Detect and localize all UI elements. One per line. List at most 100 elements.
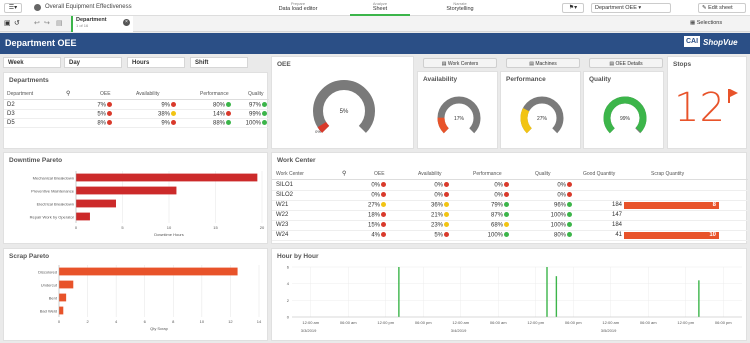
bar[interactable] [76, 173, 258, 182]
col-header-quality[interactable]: Quality [535, 171, 551, 177]
y-category-label[interactable]: Bad Weld [40, 308, 57, 313]
bar[interactable] [555, 276, 558, 317]
availability-gauge-value: 17% [454, 116, 465, 122]
status-dot [226, 111, 231, 116]
work-centers-button[interactable]: ▤ Work Centers [423, 58, 497, 68]
sheet-selector[interactable]: Department OEE ▾ [591, 3, 671, 13]
cell-department: D5 [7, 120, 15, 126]
lasso-icon[interactable]: ↺ [14, 19, 20, 27]
cell-performance: 14% [213, 111, 231, 118]
table-row[interactable]: W23 15% 23% 68% 100% 184 [272, 221, 748, 231]
bar[interactable] [546, 267, 548, 317]
status-dot [504, 192, 509, 197]
col-header-oee[interactable]: OEE [374, 171, 385, 177]
cell-performance-text: 79% [490, 202, 503, 209]
machines-label: Machines [535, 60, 557, 67]
selections-label: Selections [696, 20, 723, 26]
selection-tab-sub: 1 of 16 [76, 23, 89, 28]
bookmark-button[interactable]: ⚑▾ [562, 3, 584, 13]
search-icon[interactable]: ⚲ [342, 170, 346, 177]
cell-oee: 4% [371, 232, 386, 239]
oee-details-button[interactable]: ▤ OEE Details [589, 58, 663, 68]
y-category-label[interactable]: Mechanical Breakdown [33, 175, 74, 180]
col-header-availability[interactable]: Availability [418, 171, 442, 177]
bar[interactable] [76, 199, 116, 208]
hour-by-hour-title: Hour by Hour [277, 253, 319, 260]
table-row[interactable]: SILO2 0% 0% 0% 0% [272, 191, 748, 201]
filter-week[interactable]: Week [3, 57, 61, 68]
col-header-work-center[interactable]: Work Center [276, 171, 304, 177]
cell-quality-text: 0% [557, 182, 566, 189]
status-dot [381, 212, 386, 217]
bar[interactable] [398, 267, 400, 317]
filter-hours[interactable]: Hours [127, 57, 185, 68]
oee-gauge-fill [317, 121, 330, 133]
search-icon[interactable]: ⚲ [66, 90, 70, 97]
bar[interactable] [59, 267, 238, 276]
table-row[interactable]: D2 7% 9% 80% 97% [4, 101, 269, 110]
col-header-department[interactable]: Department [7, 91, 33, 97]
smart-search-icon[interactable]: ▣ [4, 19, 11, 27]
cell-performance: 100% [488, 232, 509, 239]
departments-panel: Departments Department ⚲ OEE Availabilit… [3, 72, 269, 149]
y-category-label[interactable]: Electrical Breakdown [37, 201, 74, 206]
bar[interactable] [59, 280, 74, 289]
col-header-availability[interactable]: Availability [136, 91, 160, 97]
nav-label: Data load editor [278, 6, 318, 12]
clear-selections-icon[interactable]: ▤ [56, 19, 63, 27]
close-icon[interactable]: × [123, 19, 130, 26]
cell-availability: 21% [431, 212, 449, 219]
col-header-good-quantity[interactable]: Good Quantity [583, 171, 615, 177]
y-category-label[interactable]: Repair Work by Operator [30, 214, 75, 219]
cell-availability: 0% [434, 192, 449, 199]
step-back-icon[interactable]: ↩ [34, 19, 40, 27]
table-row[interactable]: W24 4% 5% 100% 80% 41 10 [272, 231, 748, 241]
y-category-label[interactable]: Preventive Maintenance [31, 188, 75, 193]
cell-availability: 9% [161, 120, 176, 127]
availability-gauge-panel: Availability 17% [417, 71, 498, 149]
cell-quality: 100% [551, 212, 572, 219]
cell-performance-text: 0% [494, 192, 503, 199]
status-dot [381, 232, 386, 237]
y-category-label[interactable]: Bent [49, 295, 58, 300]
col-header-scrap-quantity[interactable]: Scrap Quantity [651, 171, 684, 177]
status-dot [226, 120, 231, 125]
table-row[interactable]: D3 5% 38% 14% 99% [4, 110, 269, 119]
bar[interactable] [76, 212, 90, 221]
status-dot [567, 222, 572, 227]
filter-day[interactable]: Day [64, 57, 122, 68]
global-menu-button[interactable]: ☰▾ [4, 3, 22, 13]
bar[interactable] [59, 293, 67, 302]
bar[interactable] [59, 306, 64, 315]
nav-analyze[interactable]: Analyze Sheet [350, 1, 410, 16]
table-row[interactable]: SILO1 0% 0% 0% 0% [272, 181, 748, 191]
edit-sheet-button[interactable]: ✎ Edit sheet [698, 3, 746, 13]
col-header-quality[interactable]: Quality [248, 91, 264, 97]
status-dot [262, 111, 267, 116]
col-header-performance[interactable]: Performance [200, 91, 229, 97]
x-tick-label: 15 [213, 225, 218, 230]
col-header-performance[interactable]: Performance [473, 171, 502, 177]
status-dot [444, 222, 449, 227]
table-row[interactable]: W21 27% 36% 79% 96% 184 8 [272, 201, 748, 211]
step-forward-icon[interactable]: ↪ [44, 19, 50, 27]
filter-shift[interactable]: Shift [190, 57, 248, 68]
bar[interactable] [76, 186, 177, 195]
machines-button[interactable]: ▤ Machines [506, 58, 580, 68]
cell-availability-text: 0% [434, 182, 443, 189]
table-row[interactable]: D5 8% 9% 88% 100% [4, 119, 269, 128]
cell-quality-text: 99% [248, 111, 261, 118]
col-header-oee[interactable]: OEE [100, 91, 111, 97]
cell-good-quantity: 147 [612, 212, 622, 218]
cell-work-center: W22 [276, 212, 288, 218]
bar[interactable] [698, 280, 700, 317]
table-row[interactable]: W22 18% 21% 87% 100% 147 [272, 211, 748, 221]
x-tick-label: 06:00 am [340, 320, 357, 325]
nav-prepare[interactable]: Prepare Data load editor [268, 1, 328, 12]
selections-button[interactable]: ▦ Selections [690, 20, 722, 26]
nav-narrate[interactable]: Narrate Storytelling [430, 1, 490, 12]
cell-quality-text: 0% [557, 192, 566, 199]
y-category-label[interactable]: Discolored [38, 269, 57, 274]
y-category-label[interactable]: Undercut [41, 282, 58, 287]
cell-department-text: D3 [7, 111, 15, 117]
